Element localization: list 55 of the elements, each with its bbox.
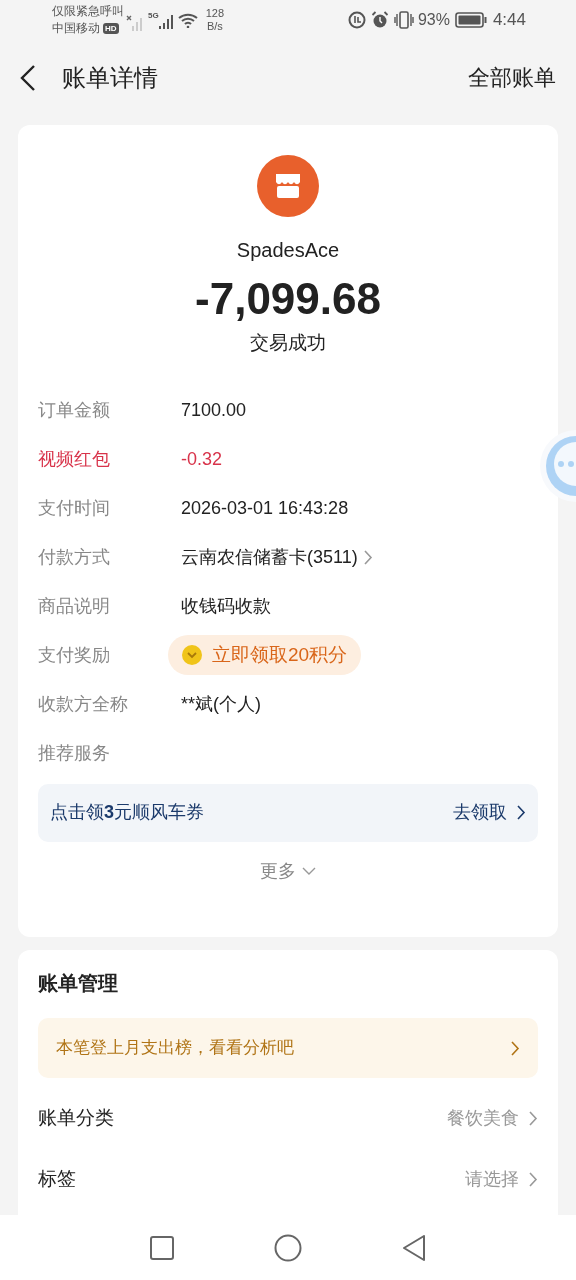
amount: -7,099.68 <box>195 273 381 325</box>
field-label: 商品说明 <box>38 594 111 618</box>
shop-icon <box>257 155 319 217</box>
vibrate-icon <box>393 11 414 29</box>
hd-badge: HD <box>103 23 119 34</box>
chevron-right-icon <box>529 1172 538 1187</box>
promo-banner[interactable]: 点击领3元顺风车券 去领取 <box>38 783 538 842</box>
all-bills-link[interactable]: 全部账单 <box>468 61 556 94</box>
merchant-name: SpadesAce <box>236 238 340 263</box>
field-label: 推荐服务 <box>38 741 111 765</box>
field-label: 视频红包 <box>38 447 111 471</box>
field-label: 付款方式 <box>38 545 111 569</box>
signal-icon <box>158 15 173 29</box>
status-text: 交易成功 <box>250 331 326 355</box>
speed-value: 128 <box>205 7 225 20</box>
section-title: 账单管理 <box>38 971 119 996</box>
clock-time: 4:44 <box>492 9 526 32</box>
eco-mode-icon <box>347 11 366 29</box>
field-value: **斌(个人) <box>181 692 261 716</box>
field-label: 支付奖励 <box>38 643 111 667</box>
chevron-right-icon <box>517 805 526 820</box>
back-icon <box>20 63 36 92</box>
settings-row[interactable]: 标签 请选择 <box>38 1149 538 1210</box>
emergency-text: 仅限紧急呼叫 <box>52 3 124 20</box>
recent-apps-icon[interactable] <box>150 1235 174 1260</box>
coin-icon <box>182 645 202 665</box>
back-nav-icon[interactable] <box>402 1234 426 1261</box>
claim-link[interactable]: 去领取 <box>453 799 507 826</box>
network-label: 5G <box>148 10 159 22</box>
speed-unit: B/s <box>206 20 223 33</box>
payment-method-link[interactable]: 云南农信储蓄卡(3511) <box>181 543 373 571</box>
chevron-right-icon <box>511 1040 520 1056</box>
promo-text: 点击领3元顺风车券 <box>50 801 204 824</box>
analysis-text: 本笔登上月支出榜，看看分析吧 <box>56 1037 294 1060</box>
alarm-icon <box>370 11 389 29</box>
carrier-text: 中国移动 <box>52 20 100 37</box>
battery-icon <box>454 12 487 28</box>
wifi-icon <box>177 12 200 28</box>
home-icon[interactable] <box>274 1233 302 1262</box>
field-value: 2026-03-01 16:43:28 <box>181 496 349 520</box>
analysis-banner[interactable]: 本笔登上月支出榜，看看分析吧 <box>38 1018 538 1078</box>
settings-row[interactable]: 账单分类 餐饮美食 <box>38 1088 538 1149</box>
field-value: 7100.00 <box>181 398 247 422</box>
chevron-down-icon <box>302 866 316 876</box>
page-title: 账单详情 <box>62 62 158 93</box>
chevron-right-icon <box>363 549 373 565</box>
field-label: 支付时间 <box>38 496 111 520</box>
more-button[interactable]: 更多 <box>260 857 316 885</box>
field-value: 收钱码收款 <box>181 594 271 618</box>
signal-icon <box>126 15 144 31</box>
chevron-right-icon <box>529 1111 538 1126</box>
battery-percent: 93% <box>417 10 450 30</box>
field-value: -0.32 <box>181 447 223 471</box>
field-label: 订单金额 <box>38 398 111 422</box>
field-label: 收款方全称 <box>38 692 129 716</box>
